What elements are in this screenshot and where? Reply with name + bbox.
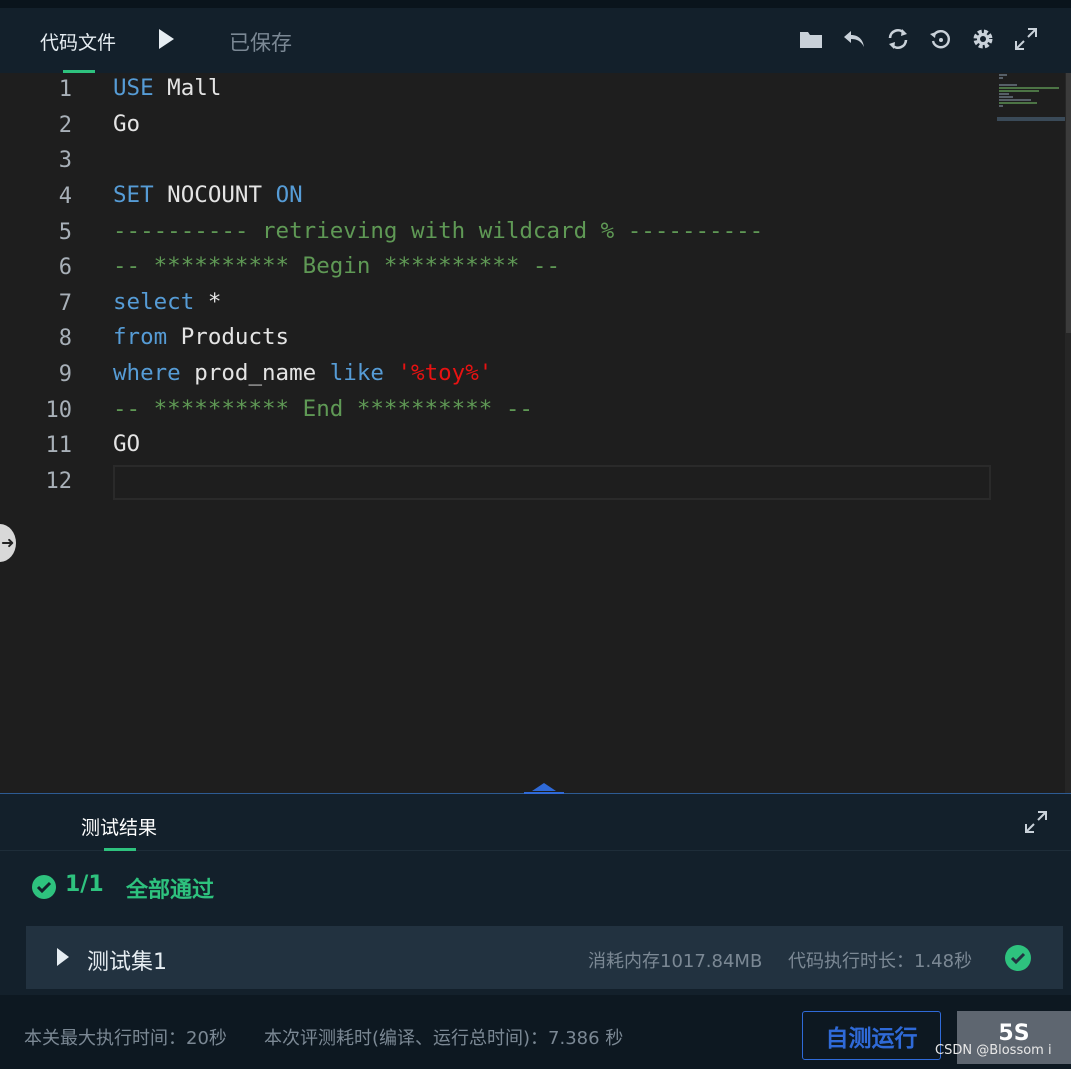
code-editor[interactable]: 1 2 3 4 5 6 7 8 9 10 11 12 USE Mall Go SET… (0, 73, 1071, 793)
code-token: * (194, 289, 222, 315)
current-line-highlight (113, 465, 991, 500)
code-token: where (113, 360, 181, 386)
minimap[interactable] (997, 73, 1065, 123)
line-number: 5 (58, 220, 72, 245)
self-test-run-button[interactable]: 自测运行 (802, 1011, 941, 1060)
expand-icon[interactable] (1022, 808, 1050, 836)
code-token: Products (167, 324, 290, 350)
line-number: 7 (58, 291, 72, 316)
save-status: 已保存 (229, 31, 292, 55)
code-token: like (329, 360, 384, 386)
code-token: Go (113, 111, 141, 137)
footer-bar: 本关最大执行时间：20秒 本次评测耗时(编译、运行总时间)：7.386 秒 自测… (0, 995, 1071, 1069)
code-token: -- ********** End ********** -- (113, 396, 533, 422)
expand-arrow-icon[interactable] (56, 947, 70, 967)
run-icon[interactable] (157, 28, 175, 50)
code-line[interactable]: Go (113, 111, 140, 137)
code-token: USE (113, 75, 154, 101)
test-set-row[interactable]: 测试集1 消耗内存1017.84MB 代码执行时长：1.48秒 (26, 926, 1063, 989)
gear-icon[interactable] (969, 25, 997, 53)
code-token: NOCOUNT (153, 182, 276, 208)
undo-icon[interactable] (840, 25, 868, 53)
line-number: 11 (45, 433, 73, 458)
code-token: -- ********** Begin ********** -- (113, 253, 561, 279)
line-number: 10 (45, 398, 73, 423)
check-circle-icon (31, 874, 57, 900)
code-token: ---------- retrieving with wildcard % --… (113, 218, 764, 244)
code-line[interactable]: ---------- retrieving with wildcard % --… (113, 218, 763, 244)
code-line[interactable]: SET NOCOUNT ON (113, 182, 303, 208)
code-line[interactable]: from Products (113, 324, 289, 350)
line-number: 3 (58, 148, 72, 173)
code-line[interactable]: where prod_name like '%toy%' (113, 360, 492, 386)
code-token: Mall (153, 75, 222, 101)
refresh-icon[interactable] (884, 25, 912, 53)
top-strip (0, 0, 1071, 8)
line-number: 1 (58, 77, 72, 102)
minimap-viewport (997, 117, 1065, 121)
line-number: 8 (58, 326, 72, 351)
code-token: prod_name (180, 360, 330, 386)
code-token: from (113, 324, 168, 350)
pass-count: 1/1 (65, 872, 104, 897)
code-token: ON (275, 182, 303, 208)
arrow-right-icon: ➜ (1, 533, 15, 552)
line-number: 9 (58, 362, 72, 387)
restore-icon[interactable] (927, 25, 955, 53)
code-line[interactable]: -- ********** Begin ********** -- (113, 253, 560, 279)
code-line[interactable]: GO (113, 431, 140, 457)
tab-code-file[interactable]: 代码文件 (40, 28, 116, 55)
scrollbar-thumb[interactable] (1066, 73, 1071, 333)
folder-icon[interactable] (797, 25, 825, 53)
line-number: 12 (45, 469, 73, 494)
check-circle-icon (1004, 944, 1032, 972)
code-token: SET (113, 182, 154, 208)
tab-test-results[interactable]: 测试结果 (81, 813, 157, 840)
results-body: 1/1 全部通过 测试集1 消耗内存1017.84MB 代码执行时长：1.48秒 (0, 851, 1071, 995)
side-panel-toggle[interactable]: ➜ (0, 524, 16, 562)
code-line[interactable]: select * (113, 289, 221, 315)
code-line[interactable]: -- ********** End ********** -- (113, 396, 533, 422)
code-token: '%toy%' (397, 360, 493, 386)
execution-time: 代码执行时长：1.48秒 (788, 951, 973, 972)
line-number: 6 (58, 255, 72, 280)
max-execution-time: 本关最大执行时间：20秒 (24, 1028, 227, 1049)
line-number: 2 (58, 113, 72, 138)
pass-status: 全部通过 (126, 878, 215, 903)
total-evaluation-time: 本次评测耗时(编译、运行总时间)：7.386 秒 (264, 1028, 624, 1049)
watermark: CSDN @Blossom i (935, 1043, 1052, 1058)
line-number: 4 (58, 184, 72, 209)
results-header: 测试结果 (0, 794, 1071, 851)
code-line[interactable]: USE Mall (113, 75, 221, 101)
code-token: GO (113, 431, 141, 457)
fullscreen-icon[interactable] (1012, 25, 1040, 53)
editor-header: 代码文件 已保存 (0, 8, 1071, 73)
memory-usage: 消耗内存1017.84MB (588, 951, 763, 972)
code-token: select (113, 289, 195, 315)
test-set-name: 测试集1 (87, 950, 167, 975)
